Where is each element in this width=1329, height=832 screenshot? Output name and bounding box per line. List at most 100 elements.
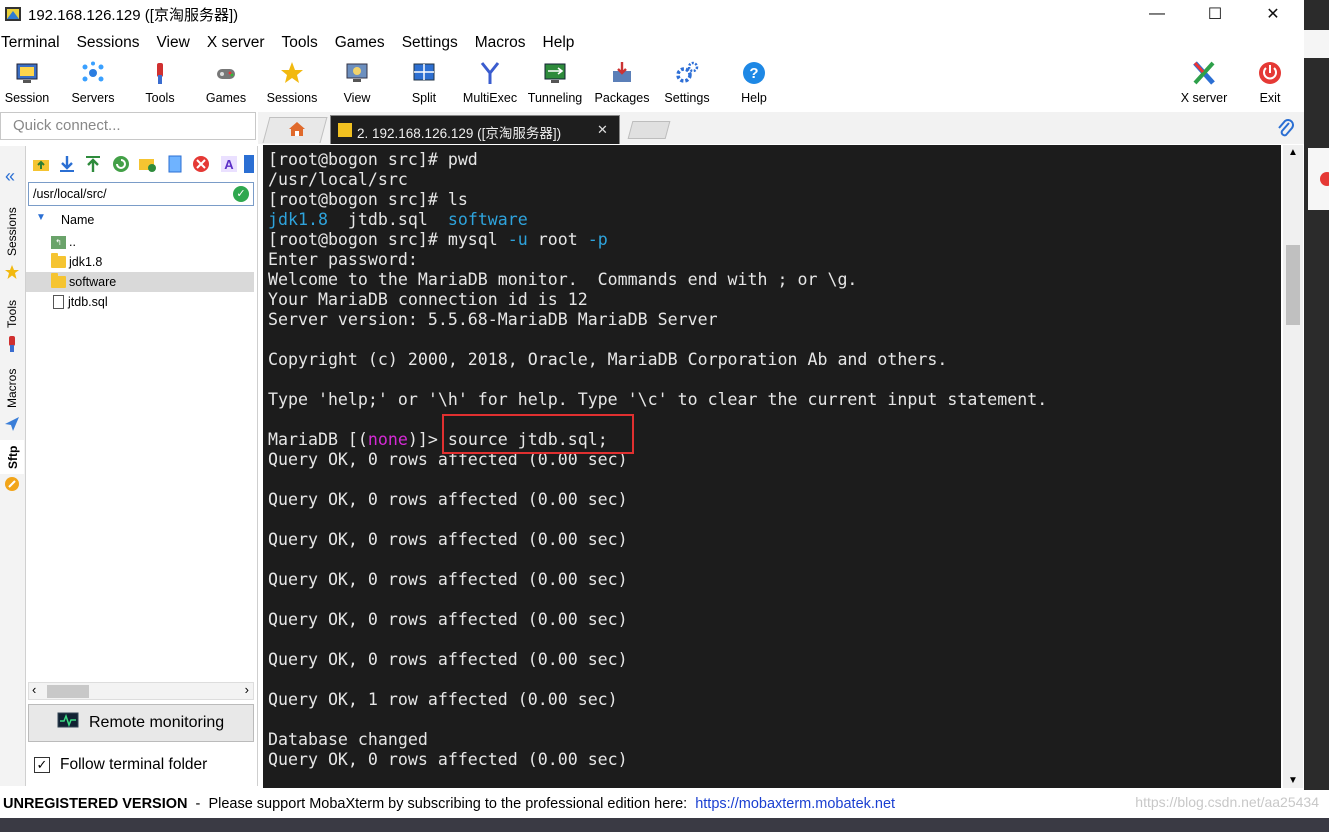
parent-folder-icon[interactable] <box>32 155 50 173</box>
scroll-down-icon[interactable]: ▼ <box>1288 775 1298 786</box>
terminal-scrollbar[interactable]: ▲ ▼ <box>1283 145 1303 788</box>
help-button[interactable]: ? Help <box>734 58 774 108</box>
side-tab-bar: « Sessions Tools Macros Sftp <box>0 146 26 786</box>
menu-bar: Terminal Sessions View X server Tools Ga… <box>0 30 591 56</box>
menu-tools[interactable]: Tools <box>282 34 318 52</box>
folder-icon <box>51 253 66 268</box>
home-icon <box>288 121 306 140</box>
window-title: 192.168.126.129 ([京淘服务器]) <box>28 6 239 24</box>
new-tab-button[interactable] <box>627 121 671 139</box>
file-row-parent[interactable]: ↰ .. <box>26 232 254 252</box>
maximize-button[interactable]: ☐ <box>1186 0 1244 28</box>
multiexec-icon <box>477 60 503 86</box>
background-desktop <box>1304 0 1329 790</box>
side-tab-sftp[interactable]: Sftp <box>0 440 24 474</box>
horizontal-scrollbar[interactable]: ‹ › <box>28 682 254 700</box>
tools-button[interactable]: Tools <box>140 58 180 108</box>
file-list-header[interactable]: ▼ Name <box>26 210 256 232</box>
terminal-line: [root@bogon src]# mysql -u root -p <box>268 230 608 249</box>
terminal-line: Database changed <box>268 730 428 749</box>
side-tab-macros[interactable]: Macros <box>0 364 24 412</box>
menu-sessions[interactable]: Sessions <box>77 34 140 52</box>
menu-settings[interactable]: Settings <box>402 34 458 52</box>
help-icon: ? <box>741 60 767 86</box>
menu-view[interactable]: View <box>156 34 189 52</box>
exit-button[interactable]: Exit <box>1252 58 1288 108</box>
terminal-line: Query OK, 0 rows affected (0.00 sec) <box>268 650 628 669</box>
menu-x-server[interactable]: X server <box>207 34 265 52</box>
sftp-path-input[interactable]: /usr/local/src/ ✓ <box>28 182 254 206</box>
scroll-left-icon[interactable]: ‹ <box>32 682 36 697</box>
sessions-button[interactable]: Sessions <box>264 58 320 108</box>
packages-button[interactable]: Packages <box>594 58 650 108</box>
terminal-line: Welcome to the MariaDB monitor. Commands… <box>268 270 858 289</box>
toolbar: Session Servers Tools Games Sessions Vie… <box>0 56 1304 110</box>
new-folder-icon[interactable] <box>138 155 156 173</box>
split-button[interactable]: Split <box>404 58 444 108</box>
tab-close-icon[interactable]: ✕ <box>597 122 608 138</box>
games-icon <box>213 60 239 86</box>
settings-icon <box>674 60 700 86</box>
side-tab-sessions[interactable]: Sessions <box>0 204 24 260</box>
terminal-line: [root@bogon src]# pwd <box>268 150 478 169</box>
terminal-line: [root@bogon src]# ls <box>268 190 468 209</box>
status-bar: UNREGISTERED VERSION - Please support Mo… <box>0 790 1329 818</box>
watermark: https://blog.csdn.net/aa25434 <box>1135 794 1319 810</box>
servers-button[interactable]: Servers <box>68 58 118 108</box>
quick-connect-input[interactable]: Quick connect... <box>0 112 256 140</box>
background-exit-icon <box>1320 172 1329 186</box>
view-button[interactable]: View <box>336 58 378 108</box>
mobaxterm-link[interactable]: https://mobaxterm.mobatek.net <box>695 796 895 812</box>
file-row-software[interactable]: software <box>26 272 254 292</box>
close-window-button[interactable]: ✕ <box>1244 0 1302 28</box>
menu-terminal[interactable]: Terminal <box>1 34 60 52</box>
name-column-header: Name <box>61 213 95 227</box>
multiexec-button[interactable]: MultiExec <box>460 58 520 108</box>
terminal-line: Query OK, 0 rows affected (0.00 sec) <box>268 530 628 549</box>
session-button[interactable]: Session <box>4 58 50 108</box>
path-ok-icon[interactable]: ✓ <box>233 186 249 202</box>
file-row-jdk[interactable]: jdk1.8 <box>26 252 254 272</box>
scroll-right-icon[interactable]: › <box>245 682 249 697</box>
terminal-line: Query OK, 0 rows affected (0.00 sec) <box>268 570 628 589</box>
terminal-line: Enter password: <box>268 250 418 269</box>
scroll-up-icon[interactable]: ▲ <box>1288 147 1298 158</box>
title-bar: 192.168.126.129 ([京淘服务器]) — ☐ ✕ <box>0 0 1304 28</box>
terminal-line: Query OK, 0 rows affected (0.00 sec) <box>268 490 628 509</box>
scroll-thumb[interactable] <box>47 685 89 698</box>
delete-icon[interactable] <box>192 155 210 173</box>
file-row-jtdb[interactable]: jtdb.sql <box>26 292 254 312</box>
settings-button[interactable]: Settings <box>660 58 714 108</box>
collapse-double-chevron-icon[interactable]: « <box>5 166 15 187</box>
menu-macros[interactable]: Macros <box>475 34 526 52</box>
checkbox[interactable]: ✓ <box>34 757 50 773</box>
folder-icon <box>51 273 66 288</box>
terminal-line: /usr/local/src <box>268 170 408 189</box>
games-button[interactable]: Games <box>204 58 248 108</box>
refresh-icon[interactable] <box>112 155 130 173</box>
follow-terminal-folder-checkbox[interactable]: ✓ Follow terminal folder <box>34 754 207 776</box>
split-icon <box>411 60 437 86</box>
tab-session-2[interactable]: 2. 192.168.126.129 ([京淘服务器]) ✕ <box>330 115 620 144</box>
terminal-output[interactable]: [root@bogon src]# pwd/usr/local/src [root… <box>263 145 1281 788</box>
tunneling-button[interactable]: Tunneling <box>526 58 584 108</box>
rename-icon[interactable]: A <box>220 155 238 173</box>
x-server-button[interactable]: X server <box>1174 58 1234 108</box>
side-tab-tools[interactable]: Tools <box>0 294 24 334</box>
paperclip-icon[interactable] <box>1276 118 1294 141</box>
view-icon <box>344 60 370 86</box>
upload-icon[interactable] <box>84 155 102 173</box>
minimize-button[interactable]: — <box>1128 0 1186 28</box>
download-icon[interactable] <box>58 155 76 173</box>
terminal-line: Query OK, 0 rows affected (0.00 sec) <box>268 610 628 629</box>
menu-help[interactable]: Help <box>543 34 575 52</box>
terminal-scroll-thumb[interactable] <box>1286 245 1300 325</box>
properties-icon[interactable] <box>244 155 254 173</box>
tab-strip: 2. 192.168.126.129 ([京淘服务器]) ✕ <box>258 112 1304 144</box>
sessions-star-icon <box>4 264 20 283</box>
tab-label: 2. 192.168.126.129 ([京淘服务器]) <box>357 126 562 141</box>
menu-games[interactable]: Games <box>335 34 385 52</box>
sftp-panel: A /usr/local/src/ ✓ ▼ Name ↰ .. jdk1.8 s… <box>26 146 258 786</box>
remote-monitoring-button[interactable]: Remote monitoring <box>28 704 254 742</box>
new-file-icon[interactable] <box>166 155 184 173</box>
